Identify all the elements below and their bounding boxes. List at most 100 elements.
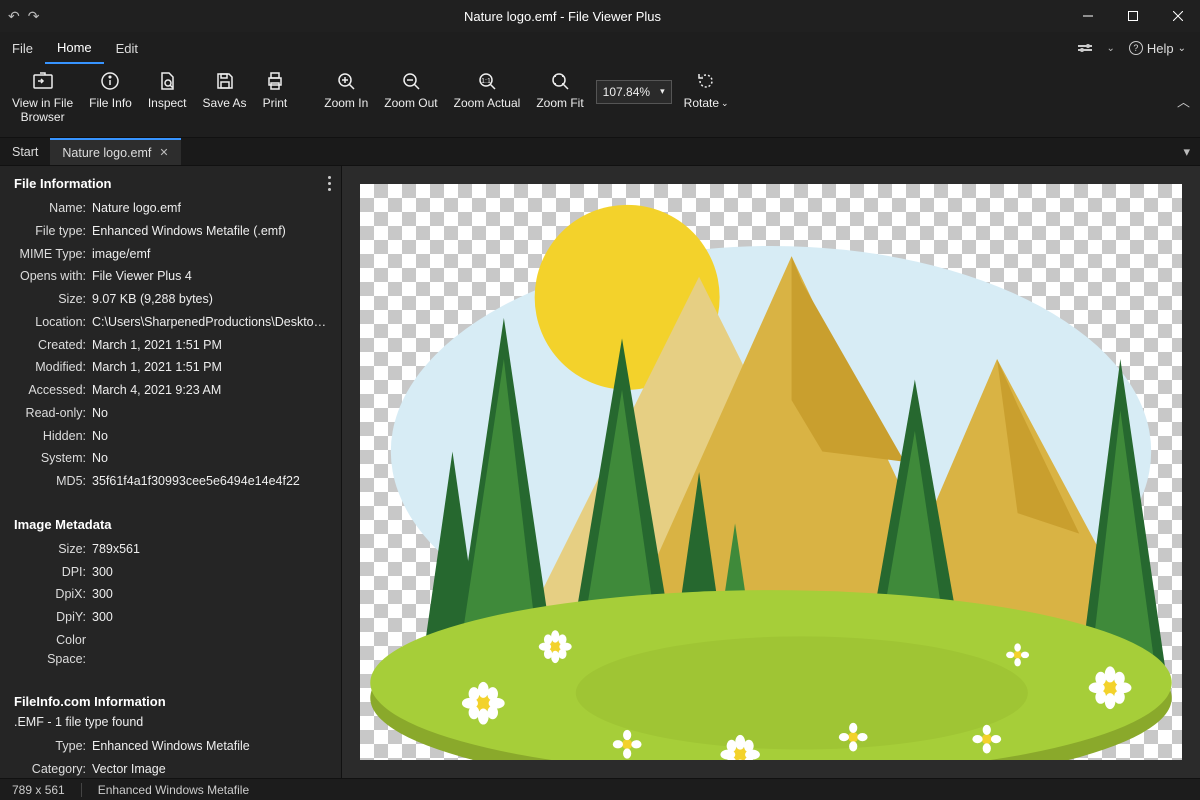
property-key: DpiX:: [14, 585, 92, 604]
zoom-actual-icon: 1:1: [476, 70, 498, 92]
canvas-area[interactable]: [342, 166, 1200, 778]
tab-overflow-button[interactable]: ▾: [1173, 138, 1200, 165]
info-icon: [99, 70, 121, 92]
help-menu[interactable]: ? Help ⌄: [1129, 41, 1186, 56]
fileinfo-note: .EMF - 1 file type found: [0, 715, 341, 735]
property-key: MD5:: [14, 472, 92, 491]
property-key: DPI:: [14, 563, 92, 582]
toolbar-label: Rotate: [684, 96, 719, 110]
inspect-icon: [156, 70, 178, 92]
property-value: 300: [92, 608, 327, 627]
property-row: System:No: [14, 447, 327, 470]
chevron-down-icon: ⌄: [721, 98, 729, 109]
undo-icon[interactable]: ↶: [8, 8, 20, 25]
print-button[interactable]: Print: [255, 64, 296, 137]
minimize-button[interactable]: [1065, 0, 1110, 32]
nature-logo-artwork: [360, 184, 1182, 760]
property-key: Hidden:: [14, 427, 92, 446]
rotate-button[interactable]: Rotate ⌄: [676, 64, 737, 137]
property-value: Enhanced Windows Metafile: [92, 737, 327, 756]
toolbar-label: Save As: [203, 96, 247, 110]
property-row: Created:March 1, 2021 1:51 PM: [14, 334, 327, 357]
status-dimensions: 789 x 561: [12, 783, 65, 797]
property-key: Modified:: [14, 358, 92, 377]
property-key: Opens with:: [14, 267, 92, 286]
tab-strip: Start Nature logo.emf ✕ ▾: [0, 138, 1200, 166]
property-key: Created:: [14, 336, 92, 355]
toolbar-label: Print: [263, 96, 288, 110]
property-row: Color Space:: [14, 629, 327, 671]
property-row: DPI:300: [14, 561, 327, 584]
fileinfo-com-list: Type:Enhanced Windows MetafileCategory:V…: [0, 735, 341, 778]
maximize-button[interactable]: [1110, 0, 1155, 32]
save-icon: [214, 70, 236, 92]
property-row: Size:9.07 KB (9,288 bytes): [14, 288, 327, 311]
property-value: 35f61f4a1f30993cee5e6494e14e4f22: [92, 472, 327, 491]
menu-file[interactable]: File: [0, 32, 45, 64]
help-icon: ?: [1129, 41, 1143, 55]
property-value: C:\Users\SharpenedProductions\Desktop\FV…: [92, 313, 327, 332]
zoom-in-button[interactable]: Zoom In: [316, 64, 376, 137]
property-value: 9.07 KB (9,288 bytes): [92, 290, 327, 309]
property-value: 300: [92, 563, 327, 582]
file-info-button[interactable]: File Info: [81, 64, 140, 137]
zoom-fit-button[interactable]: Zoom Fit: [528, 64, 591, 137]
view-in-file-browser-button[interactable]: View in File Browser: [4, 64, 81, 137]
close-tab-icon[interactable]: ✕: [159, 146, 168, 159]
property-row: Type:Enhanced Windows Metafile: [14, 735, 327, 758]
close-button[interactable]: [1155, 0, 1200, 32]
image-metadata-list: Size:789x561DPI:300DpiX:300DpiY:300Color…: [0, 538, 341, 681]
status-filetype: Enhanced Windows Metafile: [98, 783, 249, 797]
property-value: image/emf: [92, 245, 327, 264]
panel-menu-icon[interactable]: [328, 176, 331, 191]
toolbar-label: Zoom Actual: [454, 96, 521, 110]
property-key: Size:: [14, 540, 92, 559]
property-row: Opens with:File Viewer Plus 4: [14, 265, 327, 288]
property-value: No: [92, 404, 327, 423]
file-info-list: Name:Nature logo.emfFile type:Enhanced W…: [0, 197, 341, 503]
property-value: No: [92, 449, 327, 468]
property-value: No: [92, 427, 327, 446]
property-row: Location:C:\Users\SharpenedProductions\D…: [14, 311, 327, 334]
settings-icon[interactable]: [1078, 45, 1092, 51]
property-row: Modified:March 1, 2021 1:51 PM: [14, 356, 327, 379]
status-bar: 789 x 561 Enhanced Windows Metafile: [0, 778, 1200, 800]
tab-start[interactable]: Start: [0, 138, 50, 165]
property-value: Enhanced Windows Metafile (.emf): [92, 222, 327, 241]
chevron-down-icon: ▾: [660, 86, 665, 97]
property-key: Name:: [14, 199, 92, 218]
toolbar-label: Zoom Out: [384, 96, 437, 110]
property-key: Read-only:: [14, 404, 92, 423]
zoom-level-combo[interactable]: 107.84% ▾: [596, 80, 672, 104]
folder-arrow-icon: [32, 70, 54, 92]
chevron-down-icon[interactable]: ⌄: [1106, 43, 1114, 54]
inspect-button[interactable]: Inspect: [140, 64, 195, 137]
zoom-actual-button[interactable]: 1:1 Zoom Actual: [446, 64, 529, 137]
property-key: Accessed:: [14, 381, 92, 400]
property-key: MIME Type:: [14, 245, 92, 264]
tab-current-file[interactable]: Nature logo.emf ✕: [50, 138, 180, 165]
collapse-ribbon-icon[interactable]: ︿: [1177, 91, 1190, 110]
property-row: DpiX:300: [14, 583, 327, 606]
panel-title: Image Metadata: [0, 507, 341, 538]
property-key: File type:: [14, 222, 92, 241]
menu-edit[interactable]: Edit: [104, 32, 150, 64]
help-label: Help: [1147, 41, 1174, 56]
property-value: 789x561: [92, 540, 327, 559]
menu-home[interactable]: Home: [45, 32, 104, 64]
zoom-fit-icon: [549, 70, 571, 92]
redo-icon[interactable]: ↷: [28, 8, 40, 25]
toolbar-label: File Info: [89, 96, 132, 110]
property-key: System:: [14, 449, 92, 468]
svg-text:1:1: 1:1: [481, 78, 491, 85]
property-key: DpiY:: [14, 608, 92, 627]
property-value: Nature logo.emf: [92, 199, 327, 218]
save-as-button[interactable]: Save As: [195, 64, 255, 137]
toolbar-label: View in File Browser: [12, 96, 73, 124]
tab-label: Nature logo.emf: [62, 146, 151, 160]
property-row: MD5:35f61f4a1f30993cee5e6494e14e4f22: [14, 470, 327, 493]
toolbar-label: Inspect: [148, 96, 187, 110]
property-key: Category:: [14, 760, 92, 778]
property-value: File Viewer Plus 4: [92, 267, 327, 286]
zoom-out-button[interactable]: Zoom Out: [376, 64, 445, 137]
